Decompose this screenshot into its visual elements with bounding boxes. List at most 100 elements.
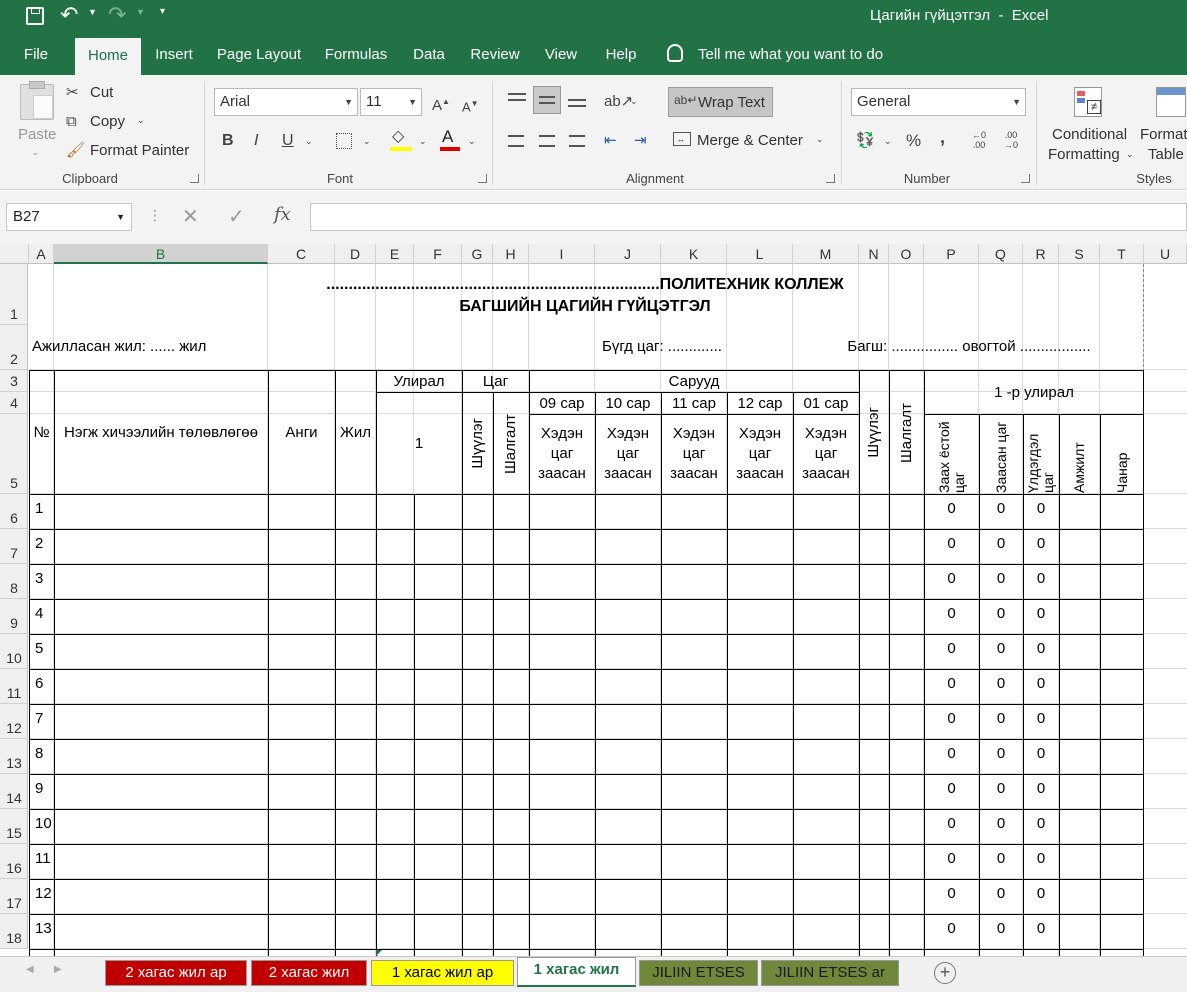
percent-button[interactable]: % bbox=[906, 131, 921, 151]
align-top-icon[interactable] bbox=[508, 93, 526, 101]
zero-value-cell[interactable]: 0 bbox=[1023, 599, 1059, 628]
zero-value-cell[interactable]: 0 bbox=[979, 634, 1023, 663]
teacher-name[interactable]: Багш: ................ овогтой .........… bbox=[794, 336, 1144, 358]
row-number-cell[interactable]: 9 bbox=[29, 774, 54, 803]
accounting-icon[interactable]: 💱 bbox=[856, 131, 875, 151]
month-sub-header[interactable]: Хэдэн цаг заасан bbox=[665, 416, 723, 492]
total-hours[interactable]: Бүгд цаг: ............. bbox=[530, 336, 794, 358]
new-sheet-button[interactable]: + bbox=[934, 962, 956, 984]
header-term[interactable]: Улирал bbox=[376, 371, 462, 393]
zero-value-cell[interactable]: 0 bbox=[979, 844, 1023, 873]
column-header-g[interactable]: G bbox=[462, 244, 493, 264]
row-number-cell[interactable]: 1 bbox=[29, 494, 54, 523]
month-header[interactable]: 01 сар bbox=[793, 393, 859, 414]
merge-center-button[interactable]: Merge & Center bbox=[697, 132, 803, 149]
format-as-table-button[interactable]: Format as bbox=[1140, 126, 1187, 143]
column-header-p[interactable]: P bbox=[924, 244, 979, 264]
sheet-tab[interactable]: JILIIN ETSES bbox=[639, 960, 758, 986]
tab-data[interactable]: Data bbox=[407, 34, 451, 75]
align-left-icon[interactable] bbox=[508, 135, 524, 147]
zero-value-cell[interactable]: 0 bbox=[1023, 564, 1059, 593]
zero-value-cell[interactable]: 0 bbox=[979, 914, 1023, 943]
conditional-formatting-button[interactable]: Conditional bbox=[1052, 126, 1127, 143]
term-sub-column[interactable]: Амжилт bbox=[1059, 416, 1100, 493]
tell-me-search[interactable]: Tell me what you want to do bbox=[698, 34, 898, 75]
row-header-1[interactable]: 1 bbox=[0, 264, 28, 325]
font-color-dropdown-icon[interactable]: ⌄ bbox=[468, 136, 476, 147]
row-header-11[interactable]: 11 bbox=[0, 669, 28, 704]
tab-insert[interactable]: Insert bbox=[148, 34, 200, 75]
borders-dropdown-icon[interactable]: ⌄ bbox=[363, 136, 371, 147]
bold-button[interactable]: B bbox=[222, 131, 234, 151]
sheet-tab[interactable]: 2 хагас жил ар bbox=[105, 960, 247, 986]
redo-dropdown-icon[interactable]: ▼ bbox=[136, 7, 145, 17]
column-header-o[interactable]: O bbox=[889, 244, 924, 264]
header-class[interactable]: Анги bbox=[268, 371, 335, 494]
row-number-cell[interactable]: 2 bbox=[29, 529, 54, 558]
row-number-cell[interactable]: 7 bbox=[29, 704, 54, 733]
underline-button[interactable]: U bbox=[282, 131, 294, 151]
zero-value-cell[interactable]: 0 bbox=[924, 879, 979, 908]
column-header-a[interactable]: A bbox=[29, 244, 54, 264]
zero-value-cell[interactable]: 0 bbox=[1023, 634, 1059, 663]
insert-function-button[interactable]: fx bbox=[274, 204, 291, 225]
grow-font-icon[interactable]: A▲ bbox=[432, 92, 450, 116]
customize-icon[interactable]: ▾ bbox=[160, 6, 165, 17]
undo-dropdown-icon[interactable]: ▼ bbox=[88, 7, 97, 17]
column-header-h[interactable]: H bbox=[493, 244, 529, 264]
column-header-f[interactable]: F bbox=[414, 244, 462, 264]
zero-value-cell[interactable]: 0 bbox=[979, 529, 1023, 558]
zero-value-cell[interactable]: 0 bbox=[924, 809, 979, 838]
header-test-2[interactable]: Шалгалт bbox=[889, 371, 924, 494]
title-college[interactable]: ........................................… bbox=[30, 274, 1140, 296]
formula-input[interactable] bbox=[310, 203, 1187, 231]
tab-help[interactable]: Help bbox=[598, 34, 644, 75]
tab-review[interactable]: Review bbox=[465, 34, 525, 75]
column-header-s[interactable]: S bbox=[1059, 244, 1100, 264]
zero-value-cell[interactable]: 0 bbox=[924, 634, 979, 663]
zero-value-cell[interactable]: 0 bbox=[1023, 844, 1059, 873]
align-middle-icon[interactable] bbox=[533, 86, 561, 114]
column-header-l[interactable]: L bbox=[727, 244, 793, 264]
zero-value-cell[interactable]: 0 bbox=[1023, 774, 1059, 803]
term-sub-column[interactable]: Заасан цаг bbox=[979, 416, 1023, 493]
row-header-3[interactable]: 3 bbox=[0, 370, 28, 392]
tab-home[interactable]: Home bbox=[75, 38, 141, 75]
select-all-corner[interactable] bbox=[0, 244, 29, 264]
sheet-tab[interactable]: JILIIN ETSES ar bbox=[761, 960, 899, 986]
column-header-k[interactable]: K bbox=[661, 244, 727, 264]
merge-dropdown-icon[interactable]: ⌄ bbox=[816, 134, 824, 145]
alignment-launcher-icon[interactable] bbox=[826, 174, 835, 183]
italic-button[interactable]: I bbox=[254, 131, 258, 151]
decrease-decimal-icon[interactable]: .00 →0 bbox=[1004, 130, 1018, 150]
row-header-18[interactable]: 18 bbox=[0, 914, 28, 949]
zero-value-cell[interactable]: 0 bbox=[979, 704, 1023, 733]
font-launcher-icon[interactable] bbox=[478, 174, 487, 183]
row-number-cell[interactable]: 12 bbox=[29, 879, 54, 908]
header-exam[interactable]: Шүүлэг bbox=[462, 393, 493, 494]
column-header-n[interactable]: N bbox=[859, 244, 889, 264]
cancel-icon[interactable]: ✕ bbox=[182, 204, 199, 229]
zero-value-cell[interactable]: 0 bbox=[979, 669, 1023, 698]
conditional-formatting-button-line2[interactable]: Formatting bbox=[1048, 146, 1120, 163]
copy-dropdown-icon[interactable]: ⌄ bbox=[137, 115, 145, 126]
zero-value-cell[interactable]: 0 bbox=[924, 739, 979, 768]
header-year[interactable]: Жил bbox=[335, 371, 376, 494]
zero-value-cell[interactable]: 0 bbox=[1023, 914, 1059, 943]
worked-years[interactable]: Ажилласан жил: ...... жил bbox=[32, 336, 206, 358]
zero-value-cell[interactable]: 0 bbox=[1023, 494, 1059, 523]
header-exam-2[interactable]: Шүүлэг bbox=[859, 371, 889, 494]
zero-value-cell[interactable]: 0 bbox=[979, 879, 1023, 908]
zero-value-cell[interactable]: 0 bbox=[924, 669, 979, 698]
header-months[interactable]: Сарууд bbox=[529, 371, 859, 393]
zero-value-cell[interactable]: 0 bbox=[1023, 704, 1059, 733]
zero-value-cell[interactable]: 0 bbox=[924, 529, 979, 558]
decrease-indent-icon[interactable]: ⇤ bbox=[604, 131, 617, 151]
zero-value-cell[interactable]: 0 bbox=[924, 774, 979, 803]
font-name-combo[interactable]: Arial ▼ bbox=[214, 88, 358, 116]
title-teacher-hours[interactable]: БАГШИЙН ЦАГИЙН ГҮЙЦЭТГЭЛ bbox=[30, 296, 1140, 318]
header-no[interactable]: № bbox=[29, 371, 54, 494]
name-box[interactable]: B27 ▼ bbox=[6, 203, 132, 231]
row-number-cell[interactable]: 11 bbox=[29, 844, 54, 873]
term-sub-column[interactable]: Чанар bbox=[1100, 416, 1144, 493]
